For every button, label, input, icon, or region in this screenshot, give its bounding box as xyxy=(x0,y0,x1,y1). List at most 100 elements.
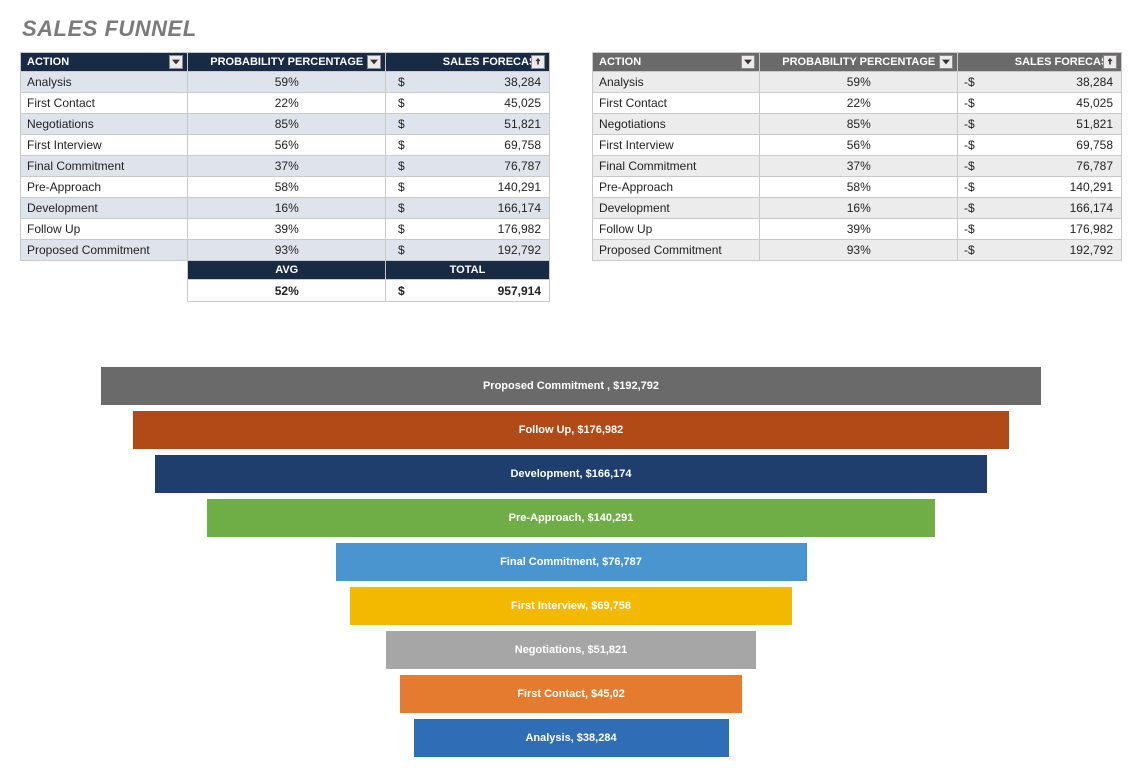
cell-forecast: $45,025 xyxy=(385,93,549,114)
cell-probability: 59% xyxy=(760,72,958,93)
cell-forecast: -$76,787 xyxy=(957,156,1121,177)
sales-table-secondary: ACTION PROBABILITY PERCENTAGE SALES FORE… xyxy=(592,52,1122,261)
cell-forecast: $51,821 xyxy=(385,114,549,135)
cell-forecast: -$45,025 xyxy=(957,93,1121,114)
cell-action: Proposed Commitment xyxy=(593,240,760,261)
cell-action: Development xyxy=(21,198,188,219)
table-row: First Interview56%-$69,758 xyxy=(593,135,1122,156)
total-label: TOTAL xyxy=(385,261,549,280)
cell-forecast: $69,758 xyxy=(385,135,549,156)
currency-symbol: $ xyxy=(392,201,405,215)
filter-dropdown-icon[interactable] xyxy=(367,55,381,69)
th-prob-label: PROBABILITY PERCENTAGE xyxy=(782,56,935,68)
cell-action: Analysis xyxy=(21,72,188,93)
th-forecast[interactable]: SALES FORECAST xyxy=(957,53,1121,72)
cell-probability: 39% xyxy=(188,219,386,240)
th-forecast[interactable]: SALES FORECAST xyxy=(385,53,549,72)
table-row: First Contact22%$45,025 xyxy=(21,93,550,114)
cell-forecast: $38,284 xyxy=(385,72,549,93)
cell-probability: 37% xyxy=(188,156,386,177)
th-action[interactable]: ACTION xyxy=(593,53,760,72)
table-row: Proposed Commitment93%-$192,792 xyxy=(593,240,1122,261)
th-action-label: ACTION xyxy=(27,56,69,68)
filter-dropdown-icon[interactable] xyxy=(741,55,755,69)
cell-action: Pre-Approach xyxy=(593,177,760,198)
cell-forecast: $176,982 xyxy=(385,219,549,240)
table-row: Development16%$166,174 xyxy=(21,198,550,219)
cell-action: Development xyxy=(593,198,760,219)
cell-forecast: $166,174 xyxy=(385,198,549,219)
table-row: Analysis59%-$38,284 xyxy=(593,72,1122,93)
cell-action: Final Commitment xyxy=(593,156,760,177)
cell-action: Final Commitment xyxy=(21,156,188,177)
cell-probability: 56% xyxy=(188,135,386,156)
currency-symbol: -$ xyxy=(964,138,975,152)
currency-symbol: -$ xyxy=(964,96,975,110)
filter-dropdown-icon[interactable] xyxy=(169,55,183,69)
sort-asc-icon[interactable] xyxy=(1103,55,1117,69)
funnel-bar: Follow Up, $176,982 xyxy=(133,411,1009,449)
cell-probability: 85% xyxy=(188,114,386,135)
funnel-bar: Analysis, $38,284 xyxy=(414,719,729,757)
table-row: Development16%-$166,174 xyxy=(593,198,1122,219)
currency-symbol: -$ xyxy=(964,117,975,131)
table-row: Pre-Approach58%$140,291 xyxy=(21,177,550,198)
cell-forecast: $140,291 xyxy=(385,177,549,198)
table-row: Proposed Commitment93%$192,792 xyxy=(21,240,550,261)
th-action-label: ACTION xyxy=(599,56,641,68)
cell-action: Negotiations xyxy=(21,114,188,135)
funnel-bar: Final Commitment, $76,787 xyxy=(336,543,807,581)
currency-symbol: $ xyxy=(392,284,405,298)
cell-action: Pre-Approach xyxy=(21,177,188,198)
cell-probability: 16% xyxy=(760,198,958,219)
table-row: Pre-Approach58%-$140,291 xyxy=(593,177,1122,198)
funnel-bar: First Contact, $45,02 xyxy=(400,675,742,713)
th-prob-label: PROBABILITY PERCENTAGE xyxy=(210,56,363,68)
funnel-bar: Pre-Approach, $140,291 xyxy=(207,499,935,537)
table-row: Follow Up39%-$176,982 xyxy=(593,219,1122,240)
cell-probability: 58% xyxy=(760,177,958,198)
cell-probability: 39% xyxy=(760,219,958,240)
th-action[interactable]: ACTION xyxy=(21,53,188,72)
table-row: Analysis59%$38,284 xyxy=(21,72,550,93)
funnel-bar: Proposed Commitment , $192,792 xyxy=(101,367,1041,405)
filter-dropdown-icon[interactable] xyxy=(939,55,953,69)
currency-symbol: $ xyxy=(392,222,405,236)
currency-symbol: $ xyxy=(392,159,405,173)
cell-forecast: -$51,821 xyxy=(957,114,1121,135)
cell-action: Follow Up xyxy=(593,219,760,240)
summary-value-row: 52% $ 957,914 xyxy=(21,280,550,302)
table-row: First Interview56%$69,758 xyxy=(21,135,550,156)
currency-symbol: -$ xyxy=(964,222,975,236)
th-probability[interactable]: PROBABILITY PERCENTAGE xyxy=(760,53,958,72)
cell-forecast: -$166,174 xyxy=(957,198,1121,219)
cell-forecast: -$140,291 xyxy=(957,177,1121,198)
table-row: First Contact22%-$45,025 xyxy=(593,93,1122,114)
th-fc-label: SALES FORECAST xyxy=(1015,56,1115,68)
table-row: Negotiations85%$51,821 xyxy=(21,114,550,135)
funnel-bar: First Interview, $69,758 xyxy=(350,587,792,625)
currency-symbol: $ xyxy=(392,117,405,131)
cell-probability: 59% xyxy=(188,72,386,93)
table-row: Final Commitment37%-$76,787 xyxy=(593,156,1122,177)
cell-probability: 22% xyxy=(188,93,386,114)
currency-symbol: -$ xyxy=(964,159,975,173)
summary-header-row: AVG TOTAL xyxy=(21,261,550,280)
avg-label: AVG xyxy=(188,261,386,280)
cell-forecast: -$176,982 xyxy=(957,219,1121,240)
cell-forecast: -$38,284 xyxy=(957,72,1121,93)
cell-probability: 56% xyxy=(760,135,958,156)
currency-symbol: -$ xyxy=(964,201,975,215)
sales-table-primary: ACTION PROBABILITY PERCENTAGE SALES FORE… xyxy=(20,52,550,302)
cell-action: First Contact xyxy=(21,93,188,114)
th-fc-label: SALES FORECAST xyxy=(443,56,543,68)
table-row: Final Commitment37%$76,787 xyxy=(21,156,550,177)
funnel-bar: Development, $166,174 xyxy=(155,455,987,493)
th-probability[interactable]: PROBABILITY PERCENTAGE xyxy=(188,53,386,72)
cell-forecast: -$192,792 xyxy=(957,240,1121,261)
sort-asc-icon[interactable] xyxy=(531,55,545,69)
cell-action: First Contact xyxy=(593,93,760,114)
cell-probability: 58% xyxy=(188,177,386,198)
page-title: SALES FUNNEL xyxy=(22,16,1122,42)
funnel-chart: Proposed Commitment , $192,792 Follow Up,… xyxy=(101,367,1041,757)
